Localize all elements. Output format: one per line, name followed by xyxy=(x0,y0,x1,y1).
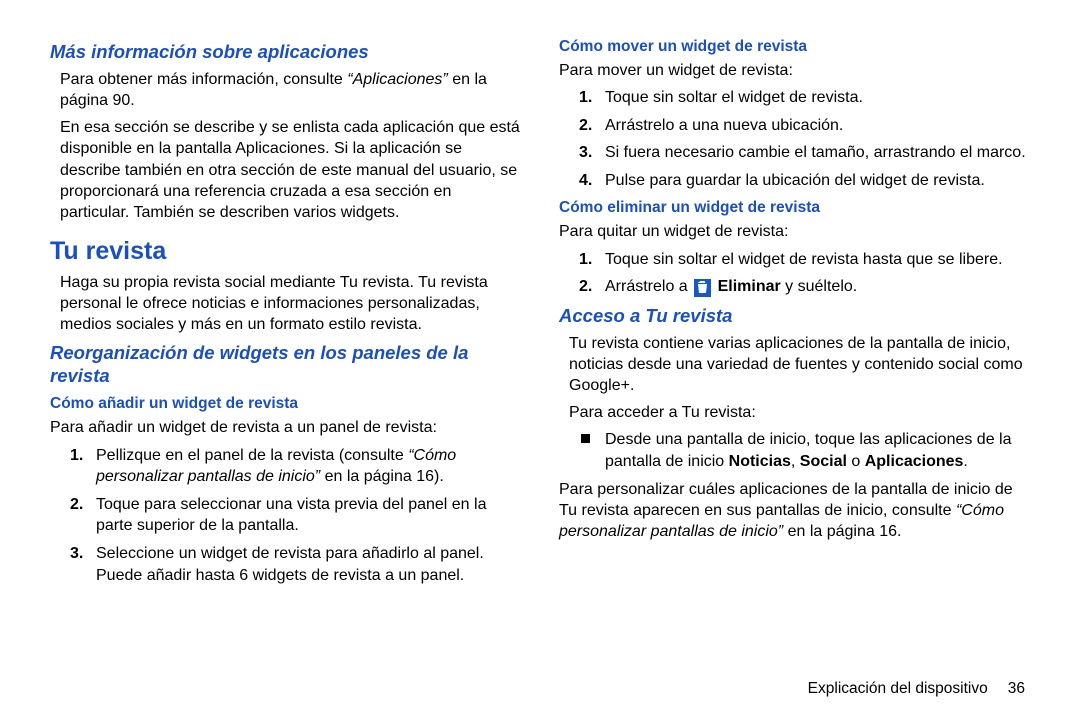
bold-noticias: Noticias xyxy=(729,453,791,470)
text: Arrástrelo a una nueva ubicación. xyxy=(605,117,843,134)
list-number: 2. xyxy=(579,115,592,137)
bold-eliminar: Eliminar xyxy=(718,278,781,295)
ref-aplicaciones: “Aplicaciones” xyxy=(347,71,452,88)
text: , xyxy=(791,453,800,470)
right-column: Cómo mover un widget de revista Para mov… xyxy=(559,38,1030,592)
para-tu-revista: Haga su propia revista social mediante T… xyxy=(50,272,521,335)
two-column-layout: Más información sobre aplicaciones Para … xyxy=(50,38,1030,592)
page-footer: Explicación del dispositivo 36 xyxy=(808,680,1025,698)
list-item: Desde una pantalla de inicio, toque las … xyxy=(587,429,1030,472)
list-item: 2. Arrástrelo a Eliminar y suéltelo. xyxy=(587,276,1030,298)
list-item: 3.Si fuera necesario cambie el tamaño, a… xyxy=(587,142,1030,164)
list-number: 4. xyxy=(579,170,592,192)
list-item: 3. Seleccione un widget de revista para … xyxy=(78,543,521,586)
list-number: 2. xyxy=(579,276,592,298)
para-more-info: Para obtener más información, consulte “… xyxy=(50,69,521,111)
para-personalizar: Para personalizar cuáles aplicaciones de… xyxy=(559,479,1030,542)
text: Si fuera necesario cambie el tamaño, arr… xyxy=(605,144,1026,161)
list-anadir: 1. Pellizque en el panel de la revista (… xyxy=(50,445,521,587)
text: Toque sin soltar el widget de revista ha… xyxy=(605,251,1003,268)
page-number: 36 xyxy=(1008,680,1025,697)
list-item: 1.Toque sin soltar el widget de revista. xyxy=(587,87,1030,109)
heading-como-mover: Cómo mover un widget de revista xyxy=(559,38,1030,56)
text: en la página 16. xyxy=(783,523,901,540)
text: Seleccione un widget de revista para aña… xyxy=(96,545,484,584)
text: o xyxy=(847,453,865,470)
list-number: 1. xyxy=(70,445,83,467)
list-acceso: Desde una pantalla de inicio, toque las … xyxy=(559,429,1030,472)
heading-como-anadir: Cómo añadir un widget de revista xyxy=(50,395,521,413)
list-mover: 1.Toque sin soltar el widget de revista.… xyxy=(559,87,1030,191)
list-item: 4.Pulse para guardar la ubicación del wi… xyxy=(587,170,1030,192)
heading-reorganizacion: Reorganización de widgets en los paneles… xyxy=(50,341,521,387)
footer-label: Explicación del dispositivo xyxy=(808,680,988,697)
trash-icon xyxy=(694,279,711,297)
list-item: 1. Toque sin soltar el widget de revista… xyxy=(587,249,1030,271)
para-section-desc: En esa sección se describe y se enlista … xyxy=(50,117,521,223)
para-acceso-desc: Tu revista contiene varias aplicaciones … xyxy=(559,333,1030,396)
text: Para obtener más información, consulte xyxy=(60,71,347,88)
text: y suéltelo. xyxy=(781,278,857,295)
heading-acceso: Acceso a Tu revista xyxy=(559,304,1030,327)
list-item: 2. Toque para seleccionar una vista prev… xyxy=(78,494,521,537)
text: . xyxy=(963,453,967,470)
list-number: 1. xyxy=(579,87,592,109)
bold-aplicaciones: Aplicaciones xyxy=(865,453,964,470)
text: Toque para seleccionar una vista previa … xyxy=(96,496,486,535)
text: Pellizque en el panel de la revista (con… xyxy=(96,447,408,464)
list-number: 2. xyxy=(70,494,83,516)
text: en la página 16). xyxy=(320,468,444,485)
bold-social: Social xyxy=(800,453,847,470)
text: Arrástrelo a xyxy=(605,278,692,295)
heading-como-eliminar: Cómo eliminar un widget de revista xyxy=(559,199,1030,217)
list-number: 1. xyxy=(579,249,592,271)
para-eliminar-intro: Para quitar un widget de revista: xyxy=(559,221,1030,242)
text: Pulse para guardar la ubicación del widg… xyxy=(605,172,985,189)
list-number: 3. xyxy=(70,543,83,565)
para-anadir-intro: Para añadir un widget de revista a un pa… xyxy=(50,417,521,438)
heading-more-info: Más información sobre aplicaciones xyxy=(50,40,521,63)
list-number: 3. xyxy=(579,142,592,164)
list-item: 1. Pellizque en el panel de la revista (… xyxy=(78,445,521,488)
para-acceso-intro: Para acceder a Tu revista: xyxy=(559,402,1030,423)
left-column: Más información sobre aplicaciones Para … xyxy=(50,38,521,592)
text: Para personalizar cuáles aplicaciones de… xyxy=(559,481,1013,519)
text: Toque sin soltar el widget de revista. xyxy=(605,89,863,106)
para-mover-intro: Para mover un widget de revista: xyxy=(559,60,1030,81)
list-item: 2.Arrástrelo a una nueva ubicación. xyxy=(587,115,1030,137)
list-eliminar: 1. Toque sin soltar el widget de revista… xyxy=(559,249,1030,298)
heading-tu-revista: Tu revista xyxy=(50,237,521,266)
